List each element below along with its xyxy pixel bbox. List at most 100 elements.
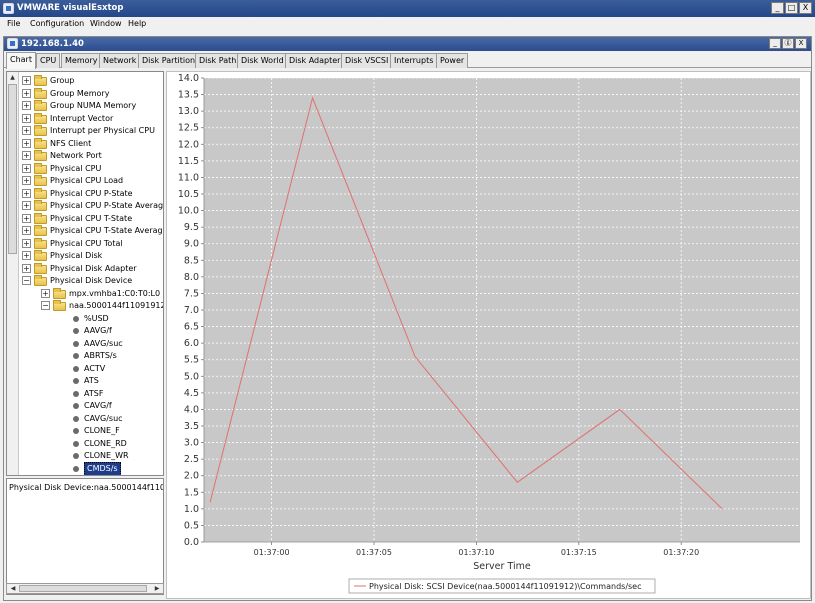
tab-disk-partition[interactable]: Disk Partition: [138, 53, 200, 68]
counter-dot-icon: [73, 440, 79, 447]
tab-disk-path[interactable]: Disk Path: [195, 53, 241, 68]
tree-folder-item[interactable]: + Physical CPU P-State: [7, 187, 163, 200]
tree-folder-item[interactable]: + Physical CPU T-State Average: [7, 225, 163, 237]
expand-icon[interactable]: +: [22, 238, 31, 248]
folder-icon: [34, 275, 47, 286]
expand-icon[interactable]: +: [22, 76, 31, 85]
tree-device-item[interactable]: − naa.5000144f11091912: [7, 300, 163, 312]
expand-icon[interactable]: +: [22, 126, 31, 135]
folder-icon: [53, 287, 66, 299]
frame-restore-button[interactable]: ⓖ: [782, 38, 794, 49]
y-tick-label: 9.5: [184, 222, 199, 233]
y-tick-label: 2.0: [184, 471, 199, 482]
tree-counter-item[interactable]: ABRTS/s: [7, 350, 163, 362]
tree-counter-item[interactable]: CAVG/suc: [7, 413, 163, 425]
tree-counter-item[interactable]: CAVG/f: [7, 400, 163, 412]
app-title: VMWARE visualEsxtop: [17, 3, 124, 13]
y-tick-label: 13.0: [178, 106, 199, 117]
minimize-button[interactable]: _: [771, 2, 784, 14]
tab-network[interactable]: Network: [99, 53, 141, 68]
frame-close-button[interactable]: X: [795, 38, 807, 49]
y-tick-label: 11.0: [178, 172, 199, 183]
expand-icon[interactable]: +: [22, 176, 31, 185]
tab-interrupts[interactable]: Interrupts: [390, 53, 438, 68]
y-tick-label: 8.5: [184, 255, 199, 266]
counter-tree[interactable]: ▲ + Group + Group Memory + Group NUMA Memory +…: [6, 71, 164, 476]
tree-folder-item[interactable]: + Group NUMA Memory: [7, 100, 163, 112]
expand-icon[interactable]: +: [22, 151, 31, 160]
y-tick-label: 3.5: [184, 421, 199, 432]
tab-disk-world[interactable]: Disk World: [237, 53, 288, 68]
tree-counter-item[interactable]: AAVG/suc: [7, 338, 163, 350]
tree-folder-item[interactable]: + Physical CPU P-State Average: [7, 200, 163, 212]
collapse-icon[interactable]: −: [22, 276, 31, 285]
tree-folder-item[interactable]: + Physical CPU Load: [7, 175, 163, 187]
expand-icon[interactable]: +: [22, 113, 31, 123]
tree-folder-item[interactable]: + Physical Disk: [7, 250, 163, 262]
expand-icon[interactable]: +: [22, 101, 31, 110]
y-tick-label: 6.0: [184, 338, 199, 349]
tree-counter-item[interactable]: CLONE_RD: [7, 438, 163, 450]
tree-node-label: NFS Client: [50, 138, 92, 148]
scroll-left-arrow-icon[interactable]: ◀: [8, 584, 18, 593]
tree-node-label: CLONE_WR: [84, 451, 129, 460]
tree-folder-item[interactable]: + Physical CPU T-State: [7, 212, 163, 225]
expand-icon[interactable]: +: [22, 88, 31, 98]
y-tick-label: 4.5: [184, 388, 199, 399]
tab-power[interactable]: Power: [436, 53, 469, 68]
y-tick-label: 0.0: [184, 537, 199, 548]
expand-icon[interactable]: +: [22, 163, 31, 173]
tree-counter-item[interactable]: %USD: [7, 313, 163, 325]
tree-folder-item[interactable]: + NFS Client: [7, 137, 163, 150]
tree-folder-item[interactable]: + Network Port: [7, 150, 163, 162]
expand-icon[interactable]: +: [22, 263, 31, 273]
menu-configuration[interactable]: Configuration: [30, 19, 84, 28]
folder-icon: [34, 200, 47, 211]
scroll-right-arrow-icon[interactable]: ▶: [152, 584, 162, 593]
collapse-icon[interactable]: −: [41, 301, 50, 310]
tree-counter-item[interactable]: ATSF: [7, 388, 163, 400]
counter-dot-icon: [73, 428, 79, 434]
menu-help[interactable]: Help: [128, 19, 146, 28]
tree-folder-item[interactable]: + Interrupt Vector: [7, 112, 163, 125]
tree-node-label: Physical CPU T-State: [50, 213, 133, 223]
x-tick-label: 01:37:00: [254, 548, 290, 557]
counter-dot-icon: [73, 328, 79, 334]
tree-counter-item[interactable]: CMDS/s: [7, 461, 163, 475]
tree-counter-item[interactable]: ACTV: [7, 363, 163, 375]
menu-file[interactable]: File: [7, 19, 20, 28]
y-tick-label: 5.0: [184, 371, 199, 382]
frame-minimize-button[interactable]: _: [769, 38, 781, 49]
expand-icon[interactable]: +: [41, 288, 50, 298]
tree-folder-item[interactable]: + Group: [7, 75, 163, 87]
tree-node-label: CLONE_RD: [84, 438, 127, 448]
tree-counter-item[interactable]: AAVG/f: [7, 325, 163, 337]
menu-window[interactable]: Window: [90, 19, 122, 28]
tree-folder-item[interactable]: + Group Memory: [7, 87, 163, 100]
maximize-button[interactable]: □: [785, 2, 798, 14]
tab-disk-adapter[interactable]: Disk Adapter: [285, 53, 345, 68]
tree-counter-item[interactable]: CLONE_WR: [7, 450, 163, 462]
tree-folder-item[interactable]: − Physical Disk Device: [7, 275, 163, 287]
expand-icon[interactable]: +: [22, 188, 31, 198]
tab-disk-vscsi[interactable]: Disk VSCSI: [341, 53, 393, 68]
expand-icon[interactable]: +: [22, 138, 31, 148]
expand-icon[interactable]: +: [22, 213, 31, 223]
tree-folder-item[interactable]: + Physical CPU Total: [7, 237, 163, 250]
expand-icon[interactable]: +: [22, 201, 31, 210]
description-scroll-thumb[interactable]: [19, 585, 147, 592]
tab-chart[interactable]: Chart: [6, 52, 36, 69]
tree-counter-item[interactable]: CLONE_F: [7, 425, 163, 437]
tab-cpu[interactable]: CPU: [36, 53, 61, 68]
tree-counter-item[interactable]: ATS: [7, 375, 163, 387]
tab-memory[interactable]: Memory: [61, 53, 102, 68]
tree-folder-item[interactable]: + Physical Disk Adapter: [7, 262, 163, 275]
description-horizontal-scrollbar[interactable]: ◀ ▶: [6, 583, 164, 594]
tree-node-label: ATSF: [84, 388, 104, 398]
close-button[interactable]: X: [799, 2, 812, 14]
expand-icon[interactable]: +: [22, 226, 31, 235]
tree-device-item[interactable]: + mpx.vmhba1:C0:T0:L0: [7, 287, 163, 300]
tree-folder-item[interactable]: + Interrupt per Physical CPU: [7, 125, 163, 137]
expand-icon[interactable]: +: [22, 251, 31, 260]
tree-folder-item[interactable]: + Physical CPU: [7, 162, 163, 175]
